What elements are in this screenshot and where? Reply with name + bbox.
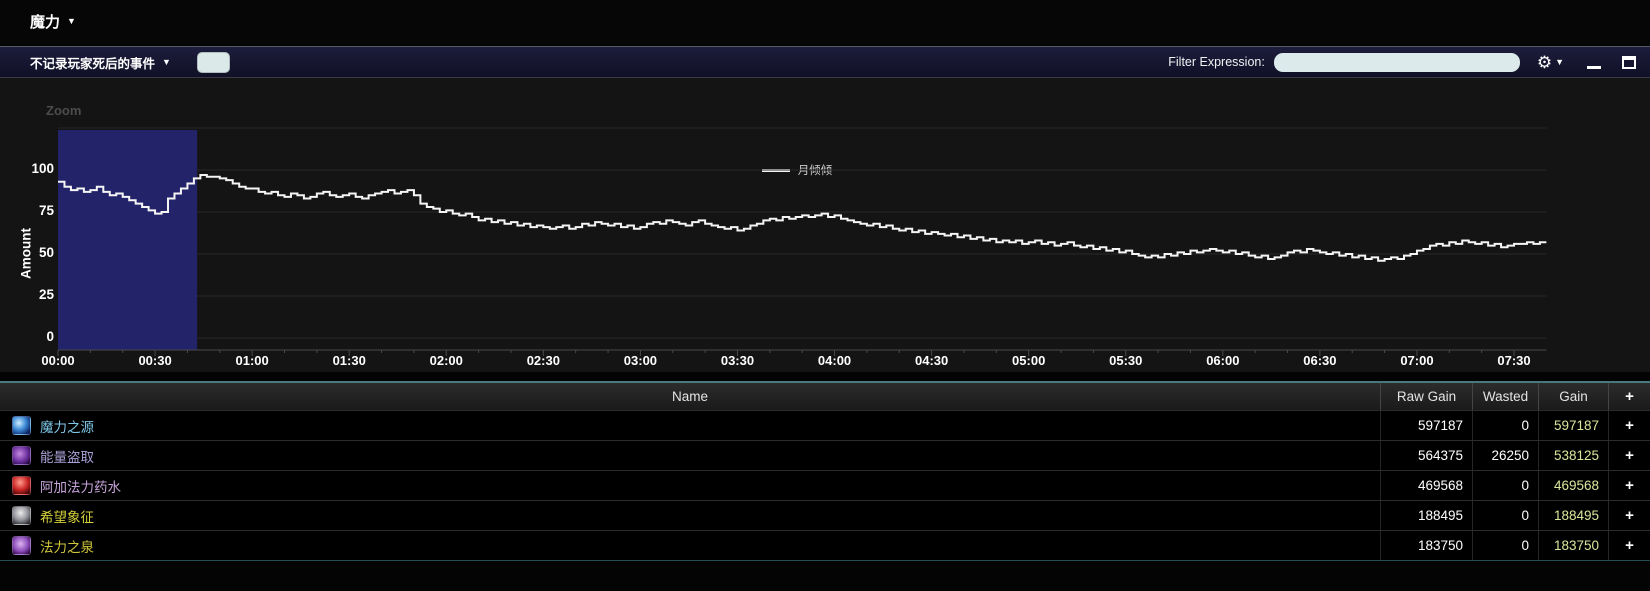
gain-column-header[interactable]: Gain	[1538, 383, 1608, 410]
spell-name-link[interactable]: 魔力之源	[40, 416, 94, 436]
siphon-energy-icon	[12, 446, 31, 465]
x-tick-label: 03:00	[623, 353, 658, 368]
raw-gain-cell: 564375	[1380, 441, 1472, 470]
expand-row-button[interactable]: +	[1608, 501, 1650, 530]
symbol-of-hope-icon	[12, 506, 31, 525]
name-cell: 能量盗取	[0, 441, 1380, 470]
x-tick-label: 00:30	[138, 353, 172, 368]
spell-name-link[interactable]: 阿加法力药水	[40, 476, 121, 496]
wasted-cell: 0	[1472, 411, 1538, 440]
gain-cell: 469568	[1538, 471, 1608, 500]
table-header-row: Name Raw Gain Wasted Gain +	[0, 383, 1650, 410]
x-tick-label: 04:00	[817, 353, 852, 368]
x-tick-label: 06:00	[1206, 353, 1240, 368]
table-row: 希望象征 188495 0 188495 +	[0, 500, 1650, 530]
x-tick-label: 05:00	[1012, 353, 1046, 368]
gain-cell: 188495	[1538, 501, 1608, 530]
wasted-cell: 0	[1472, 531, 1538, 560]
raw-gain-cell: 597187	[1380, 411, 1472, 440]
x-tick-label: 02:00	[429, 353, 463, 368]
gain-cell: 538125	[1538, 441, 1608, 470]
raw-gain-cell: 188495	[1380, 501, 1472, 530]
y-tick-label: 75	[38, 203, 54, 218]
x-tick-label: 01:30	[332, 353, 366, 368]
wasted-cell: 0	[1472, 471, 1538, 500]
expand-row-button[interactable]: +	[1608, 441, 1650, 470]
wasted-cell: 26250	[1472, 441, 1538, 470]
x-tick-label: 05:30	[1109, 353, 1143, 368]
raw-gain-cell: 183750	[1380, 531, 1472, 560]
expand-row-button[interactable]: +	[1608, 471, 1650, 500]
x-tick-label: 07:30	[1497, 353, 1531, 368]
y-tick-label: 100	[31, 161, 54, 176]
x-tick-label: 00:00	[41, 353, 75, 368]
add-column-button[interactable]: +	[1608, 383, 1650, 410]
table-row: 阿加法力药水 469568 0 469568 +	[0, 470, 1650, 500]
y-tick-label: 25	[38, 287, 54, 302]
x-tick-label: 04:30	[914, 353, 949, 368]
gain-cell: 597187	[1538, 411, 1608, 440]
expand-row-button[interactable]: +	[1608, 411, 1650, 440]
name-cell: 阿加法力药水	[0, 471, 1380, 500]
table-row: 法力之泉 183750 0 183750 +	[0, 530, 1650, 560]
table-row: 能量盗取 564375 26250 538125 +	[0, 440, 1650, 470]
expand-row-button[interactable]: +	[1608, 531, 1650, 560]
name-cell: 魔力之源	[0, 411, 1380, 440]
wasted-column-header[interactable]: Wasted	[1472, 383, 1538, 410]
mana-gem-icon	[12, 416, 31, 435]
raw-gain-column-header[interactable]: Raw Gain	[1380, 383, 1472, 410]
y-tick-label: 50	[38, 245, 54, 260]
resource-gains-table: Name Raw Gain Wasted Gain + 魔力之源 597187 0 5…	[0, 381, 1650, 561]
name-cell: 法力之泉	[0, 531, 1380, 560]
app-window: 魔力 ▼ 不记录玩家死后的事件 ▼ Filter Expression: ⚙ ▼…	[0, 0, 1650, 591]
x-tick-label: 07:00	[1400, 353, 1434, 368]
spell-name-link[interactable]: 法力之泉	[40, 536, 94, 556]
x-tick-label: 01:00	[235, 353, 269, 368]
mana-spring-icon	[12, 536, 31, 555]
y-tick-label: 0	[46, 329, 54, 344]
raw-gain-cell: 469568	[1380, 471, 1472, 500]
mana-potion-icon	[12, 476, 31, 495]
gain-cell: 183750	[1538, 531, 1608, 560]
table-row: 魔力之源 597187 0 597187 +	[0, 410, 1650, 440]
table-body: 魔力之源 597187 0 597187 + 能量盗取 564375 26250 538125 +…	[0, 410, 1650, 560]
name-column-header[interactable]: Name	[0, 383, 1380, 410]
name-cell: 希望象征	[0, 501, 1380, 530]
x-tick-label: 03:30	[720, 353, 755, 368]
x-tick-label: 06:30	[1303, 353, 1337, 368]
wasted-cell: 0	[1472, 501, 1538, 530]
spell-name-link[interactable]: 希望象征	[40, 506, 94, 526]
spell-name-link[interactable]: 能量盗取	[40, 446, 94, 466]
x-tick-label: 02:30	[526, 353, 560, 368]
